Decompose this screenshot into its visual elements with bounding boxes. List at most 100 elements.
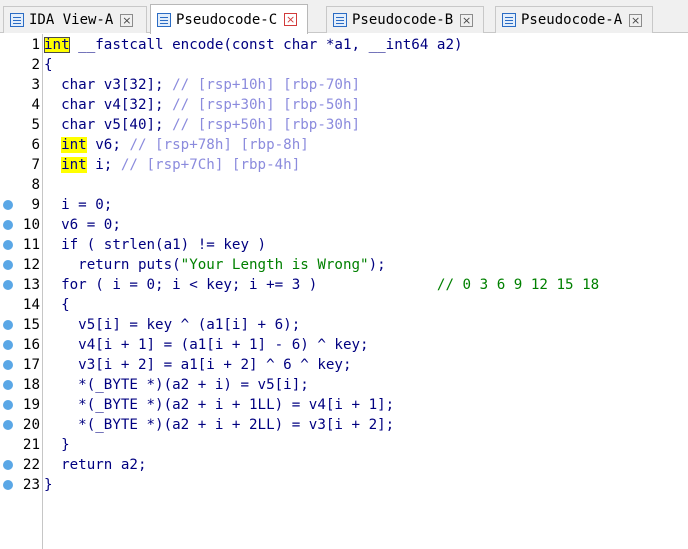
pseudocode-icon (333, 13, 347, 27)
string-token: "Your Length is Wrong" (180, 257, 369, 273)
breakpoint-dot-icon[interactable] (3, 320, 13, 330)
code-line[interactable]: 5 char v5[40]; // [rsp+50h] [rbp-30h] (0, 115, 688, 135)
pseudocode-editor[interactable]: 1 int __fastcall encode(const char *a1, _… (0, 34, 688, 549)
code-line[interactable]: 7 int i; // [rsp+7Ch] [rbp-4h] (0, 155, 688, 175)
code-token: __fastcall encode(const char *a1, __int6… (69, 37, 463, 53)
code-text: int __fastcall encode(const char *a1, __… (44, 35, 463, 55)
code-token: i; (86, 157, 121, 173)
code-token: } (44, 437, 70, 453)
code-token: char v4[32]; (44, 97, 173, 113)
code-line[interactable]: 6 int v6; // [rsp+78h] [rbp-8h] (0, 135, 688, 155)
code-token: char v3[32]; (44, 77, 173, 93)
code-line[interactable]: 18 *(_BYTE *)(a2 + i) = v5[i]; (0, 375, 688, 395)
line-number: 4 (31, 97, 40, 113)
breakpoint-dot-icon[interactable] (3, 220, 13, 230)
line-number: 19 (22, 397, 40, 413)
line-number: 16 (22, 337, 40, 353)
code-line[interactable]: 21 } (0, 435, 688, 455)
breakpoint-dot-icon[interactable] (3, 200, 13, 210)
close-icon[interactable]: × (284, 13, 298, 26)
line-number: 13 (22, 277, 40, 293)
code-line[interactable]: 4 char v4[32]; // [rsp+30h] [rbp-50h] (0, 95, 688, 115)
line-number: 18 (22, 377, 40, 393)
code-line[interactable]: 16 v4[i + 1] = (a1[i + 1] - 6) ^ key; (0, 335, 688, 355)
code-text: char v4[32]; // [rsp+30h] [rbp-50h] (44, 95, 360, 115)
breakpoint-dot-icon[interactable] (3, 340, 13, 350)
close-icon[interactable]: × (460, 13, 474, 27)
comment-token: // [rsp+10h] [rbp-70h] (172, 77, 361, 93)
breakpoint-dot-icon[interactable] (3, 420, 13, 430)
code-text: char v5[40]; // [rsp+50h] [rbp-30h] (44, 115, 360, 135)
code-text: int i; // [rsp+7Ch] [rbp-4h] (44, 155, 300, 175)
line-number: 22 (22, 457, 40, 473)
code-line[interactable]: 20 *(_BYTE *)(a2 + i + 2LL) = v3[i + 2]; (0, 415, 688, 435)
line-number: 10 (22, 217, 40, 233)
code-line[interactable]: 19 *(_BYTE *)(a2 + i + 1LL) = v4[i + 1]; (0, 395, 688, 415)
breakpoint-dot-icon[interactable] (3, 400, 13, 410)
keyword-token: int (61, 157, 87, 173)
tab-label: IDA View-A (29, 12, 114, 28)
code-token: { (44, 57, 53, 73)
code-line[interactable]: 15 v5[i] = key ^ (a1[i] + 6); (0, 315, 688, 335)
code-line[interactable]: 17 v3[i + 2] = a1[i + 2] ^ 6 ^ key; (0, 355, 688, 375)
code-text: for ( i = 0; i < key; i += 3 ) // 0 3 6 … (44, 275, 599, 295)
line-number: 20 (22, 417, 40, 433)
line-number: 21 (22, 437, 40, 453)
line-number: 2 (31, 57, 40, 73)
tab-pseudocode-a[interactable]: Pseudocode-A × (495, 6, 653, 33)
pseudocode-icon (157, 12, 171, 27)
code-line[interactable]: 2{ (0, 55, 688, 75)
close-icon[interactable]: × (120, 13, 134, 27)
breakpoint-dot-icon[interactable] (3, 260, 13, 270)
code-line[interactable]: 9 i = 0; (0, 195, 688, 215)
code-token: } (44, 477, 53, 493)
breakpoint-dot-icon[interactable] (3, 360, 13, 370)
code-line[interactable]: 22 return a2; (0, 455, 688, 475)
code-token: char v5[40]; (44, 117, 173, 133)
code-line[interactable]: 8 (0, 175, 688, 195)
code-line[interactable]: 12 return puts("Your Length is Wrong"); (0, 255, 688, 275)
tab-label: Pseudocode-C (176, 11, 278, 28)
code-text: *(_BYTE *)(a2 + i) = v5[i]; (44, 375, 309, 395)
line-number: 7 (31, 157, 40, 173)
code-text: if ( strlen(a1) != key ) (44, 235, 266, 255)
line-number: 3 (31, 77, 40, 93)
code-line[interactable]: 23} (0, 475, 688, 495)
comment-token: // [rsp+78h] [rbp-8h] (129, 137, 309, 153)
code-token: return puts( (44, 257, 181, 273)
code-token: *(_BYTE *)(a2 + i) = v5[i]; (44, 377, 309, 393)
breakpoint-dot-icon[interactable] (3, 460, 13, 470)
tab-ida-view-a[interactable]: IDA View-A × (3, 6, 147, 33)
breakpoint-dot-icon[interactable] (3, 480, 13, 490)
line-number: 9 (31, 197, 40, 213)
code-token: *(_BYTE *)(a2 + i + 2LL) = v3[i + 2]; (44, 417, 395, 433)
breakpoint-dot-icon[interactable] (3, 380, 13, 390)
line-number: 17 (22, 357, 40, 373)
code-token: if ( strlen(a1) != key ) (44, 237, 267, 253)
code-token: for ( i = 0; i < key; i += 3 ) (44, 277, 437, 293)
comment-token: // 0 3 6 9 12 15 18 (436, 277, 600, 293)
code-text: int v6; // [rsp+78h] [rbp-8h] (44, 135, 309, 155)
tab-pseudocode-b[interactable]: Pseudocode-B × (326, 6, 484, 33)
code-token: { (44, 297, 70, 313)
tab-pseudocode-c[interactable]: Pseudocode-C × (150, 4, 308, 34)
pseudocode-icon (502, 13, 516, 27)
keyword-token: int (44, 37, 70, 53)
comment-token: // [rsp+7Ch] [rbp-4h] (120, 157, 301, 173)
code-text: char v3[32]; // [rsp+10h] [rbp-70h] (44, 75, 360, 95)
code-line[interactable]: 14 { (0, 295, 688, 315)
line-number: 5 (31, 117, 40, 133)
code-text: v3[i + 2] = a1[i + 2] ^ 6 ^ key; (44, 355, 351, 375)
code-line[interactable]: 3 char v3[32]; // [rsp+10h] [rbp-70h] (0, 75, 688, 95)
code-line[interactable]: 10 v6 = 0; (0, 215, 688, 235)
code-line[interactable]: 13 for ( i = 0; i < key; i += 3 ) // 0 3… (0, 275, 688, 295)
code-line[interactable]: 1 int __fastcall encode(const char *a1, _… (0, 35, 688, 55)
code-text: } (44, 475, 53, 495)
close-icon[interactable]: × (629, 13, 643, 27)
code-line[interactable]: 11 if ( strlen(a1) != key ) (0, 235, 688, 255)
code-token: return a2; (44, 457, 147, 473)
breakpoint-dot-icon[interactable] (3, 240, 13, 250)
breakpoint-dot-icon[interactable] (3, 280, 13, 290)
